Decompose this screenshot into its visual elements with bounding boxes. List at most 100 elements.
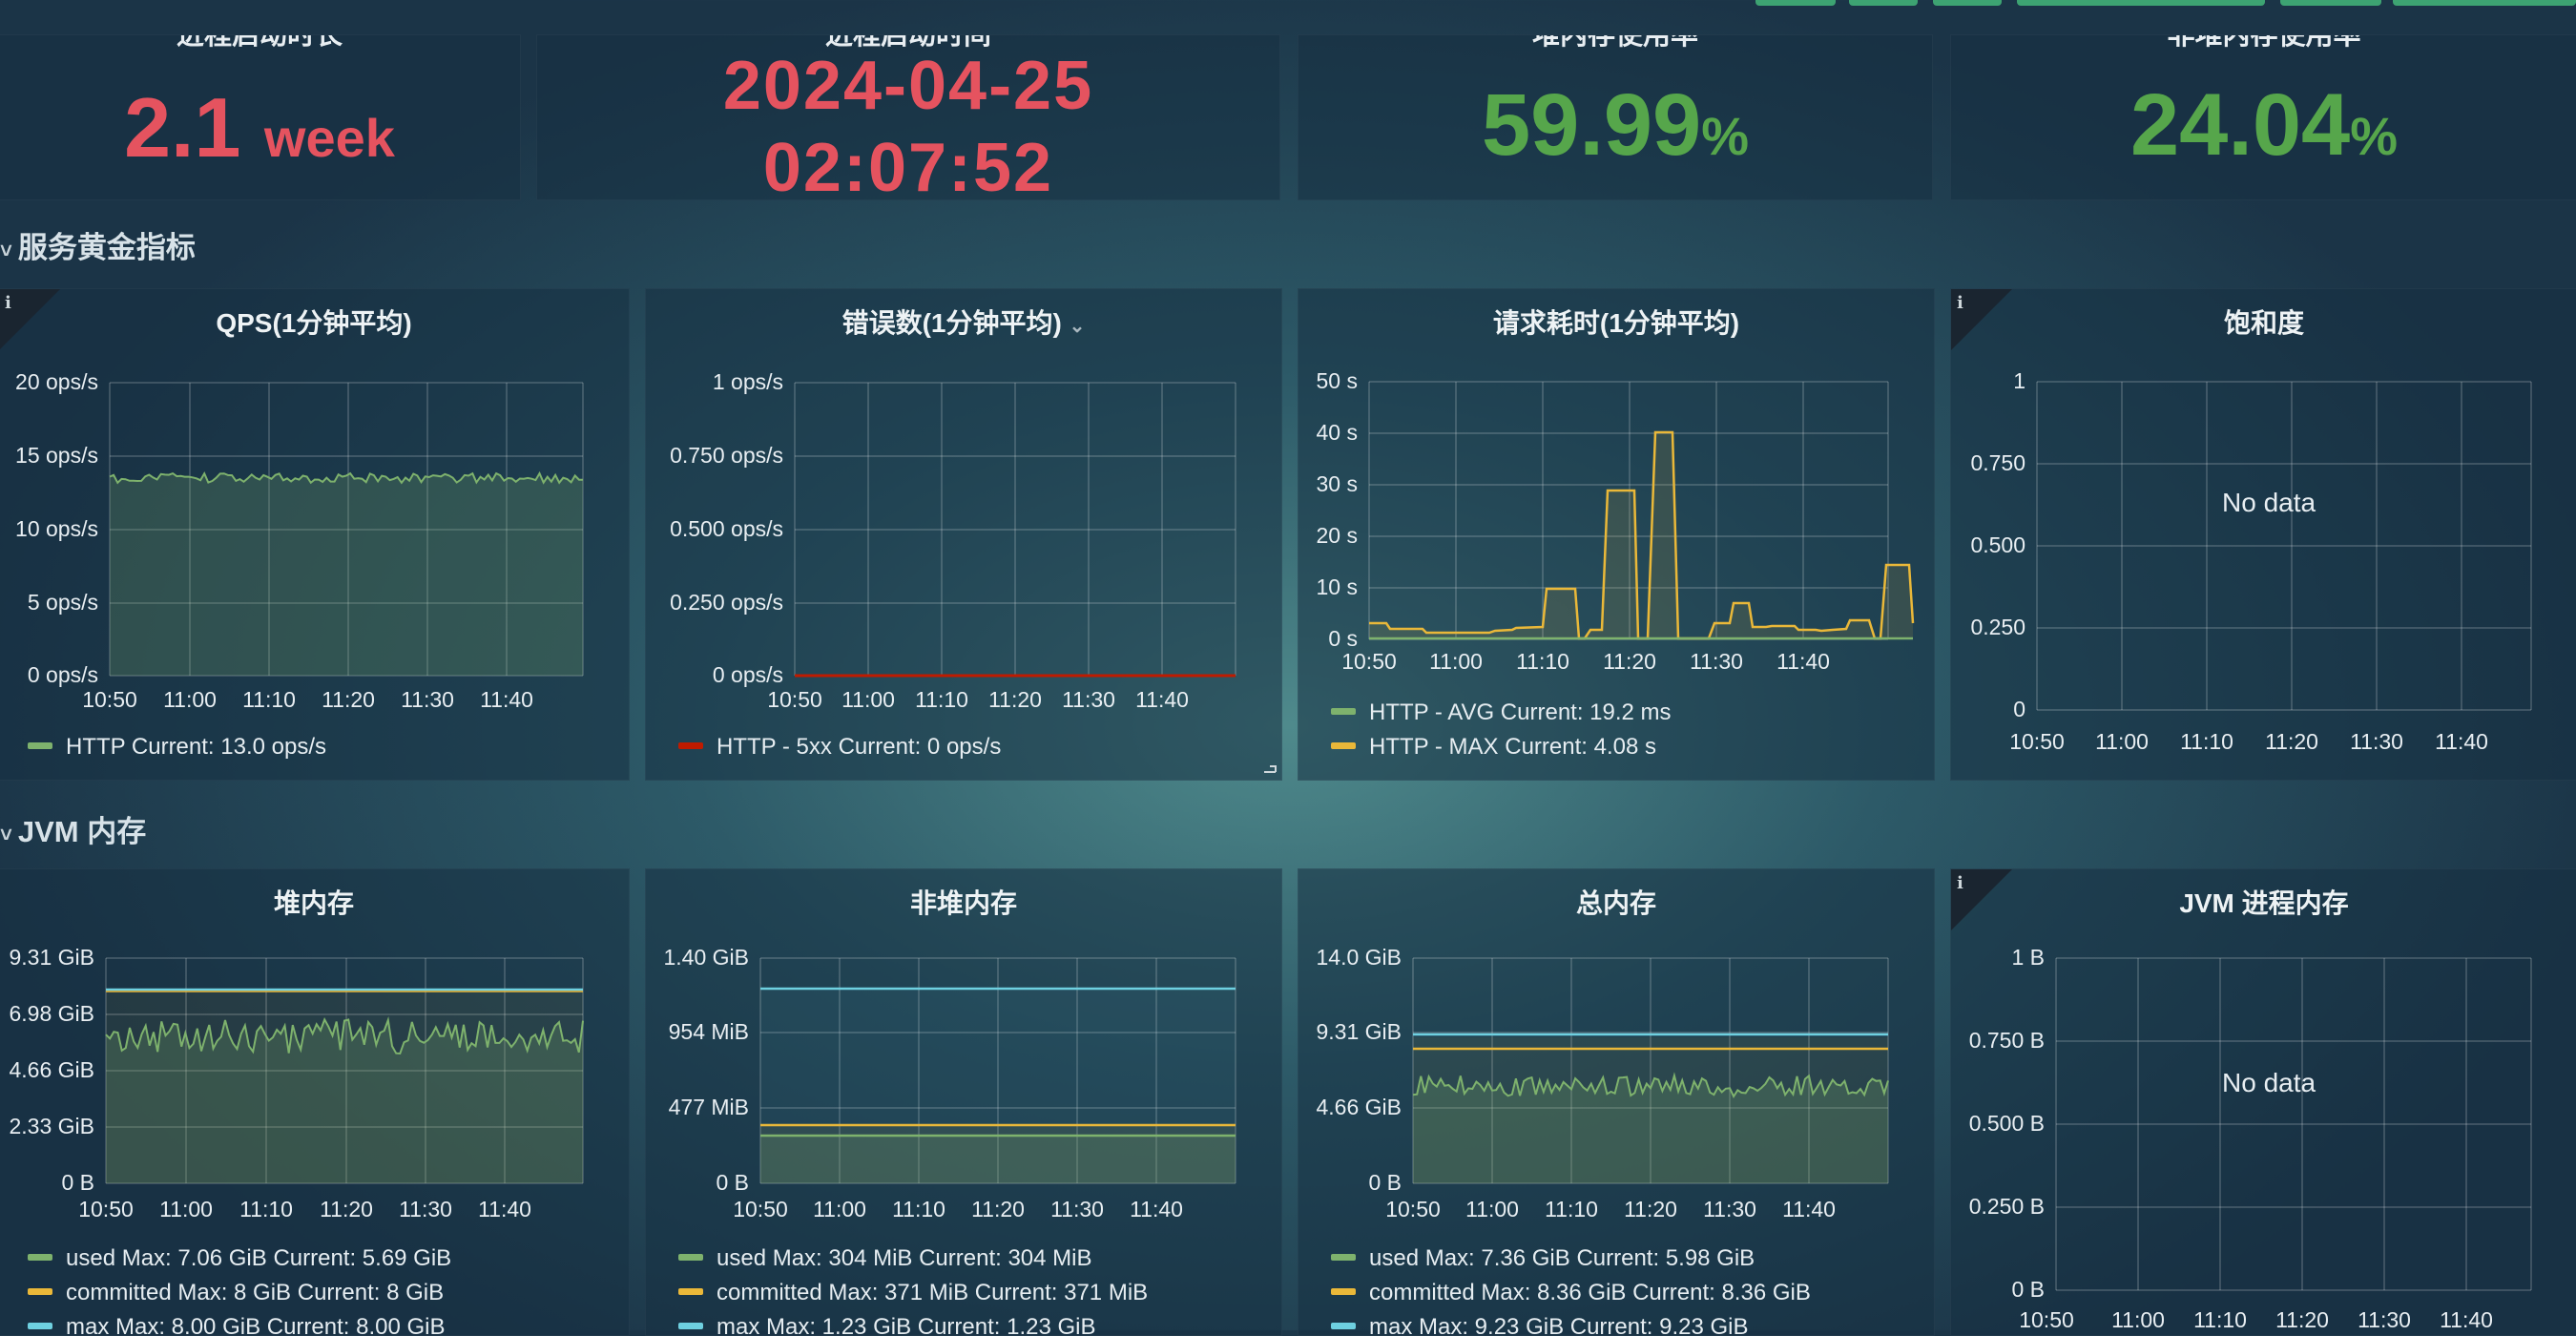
row-header-jvm-memory[interactable]: ˅ JVM 内存 [0,807,146,850]
stat-panel-heap-usage[interactable]: 堆内存使用率 59.99% [1298,34,1933,200]
y-tick: 14.0 GiB [1317,945,1402,970]
errors-graph[interactable]: 1 ops/s 0.750 ops/s 0.500 ops/s 0.250 op… [646,289,1282,781]
panel-errors[interactable]: 错误数(1分钟平均) ⌄ 1 ops/s 0.750 ops/s 0.500 o… [645,288,1282,781]
toolbar-button[interactable] [1849,0,1918,6]
legend-item[interactable]: committed Max: 371 MiB Current: 371 MiB [678,1280,1148,1306]
legend-label: used Max: 7.36 GiB Current: 5.98 GiB [1369,1245,1755,1271]
y-tick: 40 s [1317,420,1358,445]
stat-panel-uptime[interactable]: 进程启动时长 2.1 week [0,34,521,200]
legend-item[interactable]: HTTP - 5xx Current: 0 ops/s [678,734,1001,761]
legend-item[interactable]: used Max: 7.36 GiB Current: 5.98 GiB [1331,1245,1755,1272]
x-tick: 11:40 [1782,1197,1836,1221]
legend-label: committed Max: 8 GiB Current: 8 GiB [66,1280,445,1305]
legend-item[interactable]: max Max: 1.23 GiB Current: 1.23 GiB [678,1314,1096,1335]
series-area [110,473,583,676]
legend-label: HTTP - 5xx Current: 0 ops/s [717,734,1002,760]
toolbar-button[interactable] [2017,0,2265,6]
y-tick: 1 B [2011,945,2045,970]
stat-unit: week [263,108,395,168]
panel-qps[interactable]: i QPS(1分钟平均) 20 ops/s 15 ops/s 10 ops/s … [0,288,630,781]
stat-panel-nonheap-usage[interactable]: 非堆内存使用率 24.04% [1950,34,2576,200]
series-area-used [760,1136,1236,1183]
toolbar-button[interactable] [2280,0,2381,6]
panel-heap[interactable]: 堆内存 9.31 GiB 6.98 GiB 4.66 GiB 2.33 GiB … [0,868,630,1336]
panel-jvm-process-memory[interactable]: i JVM 进程内存 1 B 0.750 B 0.500 B 0.250 B 0… [1950,868,2576,1336]
legend-item[interactable]: used Max: 7.06 GiB Current: 5.69 GiB [28,1245,451,1272]
legend-item[interactable]: max Max: 8.00 GiB Current: 8.00 GiB [28,1314,446,1335]
legend-swatch [28,1323,52,1330]
stat-unit: % [2350,106,2399,166]
x-tick: 10:50 [1385,1197,1441,1221]
x-tick: 11:00 [2095,729,2149,754]
x-tick: 11:10 [242,687,296,712]
x-tick: 10:50 [82,687,137,712]
legend-item[interactable]: max Max: 9.23 GiB Current: 9.23 GiB [1331,1314,1749,1336]
legend-item[interactable]: used Max: 304 MiB Current: 304 MiB [678,1245,1092,1272]
legend-swatch [678,1323,703,1330]
x-tick: 11:00 [2111,1307,2165,1332]
legend-item[interactable]: HTTP Current: 13.0 ops/s [28,734,326,761]
y-axis: 14.0 GiB 9.31 GiB 4.66 GiB 0 B [1317,945,1402,1195]
row-header-golden-metrics[interactable]: ˅ 服务黄金指标 [0,223,196,266]
y-tick: 4.66 GiB [1317,1095,1402,1119]
grid [794,382,1236,677]
y-axis: 1 ops/s 0.750 ops/s 0.500 ops/s 0.250 op… [670,369,783,687]
y-axis: 20 ops/s 15 ops/s 10 ops/s 5 ops/s 0 ops… [15,369,98,687]
legend-swatch [1331,1323,1356,1330]
x-tick: 11:30 [1690,649,1743,674]
panel-latency[interactable]: 请求耗时(1分钟平均) 50 s 40 s 30 s 20 s 10 s 0 s… [1298,288,1935,781]
y-tick: 10 s [1317,574,1358,599]
toolbar-button[interactable] [2393,0,2576,6]
x-tick: 10:50 [1341,649,1397,674]
x-tick: 10:50 [2019,1307,2074,1332]
stat-panel-start-time[interactable]: 进程启动时间 2024-04-25 02:07:52 [536,34,1280,200]
legend-swatch [1331,708,1356,716]
saturation-graph[interactable]: 1 0.750 0.500 0.250 0 10:50 11:00 11:10 … [1951,289,2576,781]
series-line-max [1369,430,1915,640]
y-tick: 0 s [1328,626,1358,651]
resize-handle-icon[interactable] [1264,765,1277,773]
no-data-message: No data [2222,1068,2316,1097]
y-tick: 1 ops/s [713,369,783,394]
x-tick: 11:40 [1130,1197,1183,1221]
panel-nonheap[interactable]: 非堆内存 1.40 GiB 954 MiB 477 MiB 0 B 10:50 … [645,868,1282,1336]
x-tick: 11:40 [480,687,533,712]
x-axis: 10:50 11:00 11:10 11:20 11:30 11:40 [767,687,1189,712]
legend-swatch [28,742,52,750]
y-tick: 5 ops/s [28,590,98,615]
stat-number: 59.99 [1481,76,1702,174]
toolbar-button[interactable] [1933,0,2002,6]
qps-graph[interactable]: 20 ops/s 15 ops/s 10 ops/s 5 ops/s 0 ops… [0,289,630,781]
y-tick: 0.250 [1970,615,2025,639]
x-tick: 11:10 [1545,1197,1598,1221]
y-tick: 10 ops/s [15,516,98,541]
x-tick: 11:40 [1776,649,1830,674]
legend-item[interactable]: committed Max: 8 GiB Current: 8 GiB [28,1280,444,1306]
x-tick: 11:20 [2265,729,2318,754]
legend-label: max Max: 9.23 GiB Current: 9.23 GiB [1369,1314,1749,1336]
x-tick: 10:50 [2009,729,2065,754]
legend-item[interactable]: HTTP - AVG Current: 19.2 ms [1331,699,1672,726]
stat-title: 非堆内存使用率 [2167,34,2361,51]
x-tick: 11:10 [1516,649,1569,674]
panel-total-memory[interactable]: 总内存 14.0 GiB 9.31 GiB 4.66 GiB 0 B 10:50… [1298,868,1935,1336]
toolbar-button[interactable] [1755,0,1836,6]
y-tick: 9.31 GiB [10,945,95,970]
x-tick: 11:00 [1465,1197,1519,1221]
legend-swatch [28,1288,52,1296]
x-tick: 11:10 [2180,729,2233,754]
series-used [1412,1072,1889,1183]
y-tick: 50 s [1317,368,1358,393]
chevron-down-icon: ˅ [0,823,12,846]
panel-saturation[interactable]: i 饱和度 1 0.750 0.500 0.250 0 10:50 11:00 … [1950,288,2576,781]
stat-number: 2.1 [124,80,241,175]
grid [2055,957,2532,1291]
legend-item[interactable]: HTTP - MAX Current: 4.08 s [1331,734,1656,761]
x-tick: 11:00 [1429,649,1483,674]
legend-swatch [28,1254,52,1262]
jvmproc-graph[interactable]: 1 B 0.750 B 0.500 B 0.250 B 0 B 10:50 11… [1951,869,2576,1336]
x-tick: 11:20 [320,1197,373,1221]
y-tick: 0.750 [1970,450,2025,475]
stat-value: 2.1 week [0,79,520,177]
legend-item[interactable]: committed Max: 8.36 GiB Current: 8.36 Gi… [1331,1280,1811,1306]
